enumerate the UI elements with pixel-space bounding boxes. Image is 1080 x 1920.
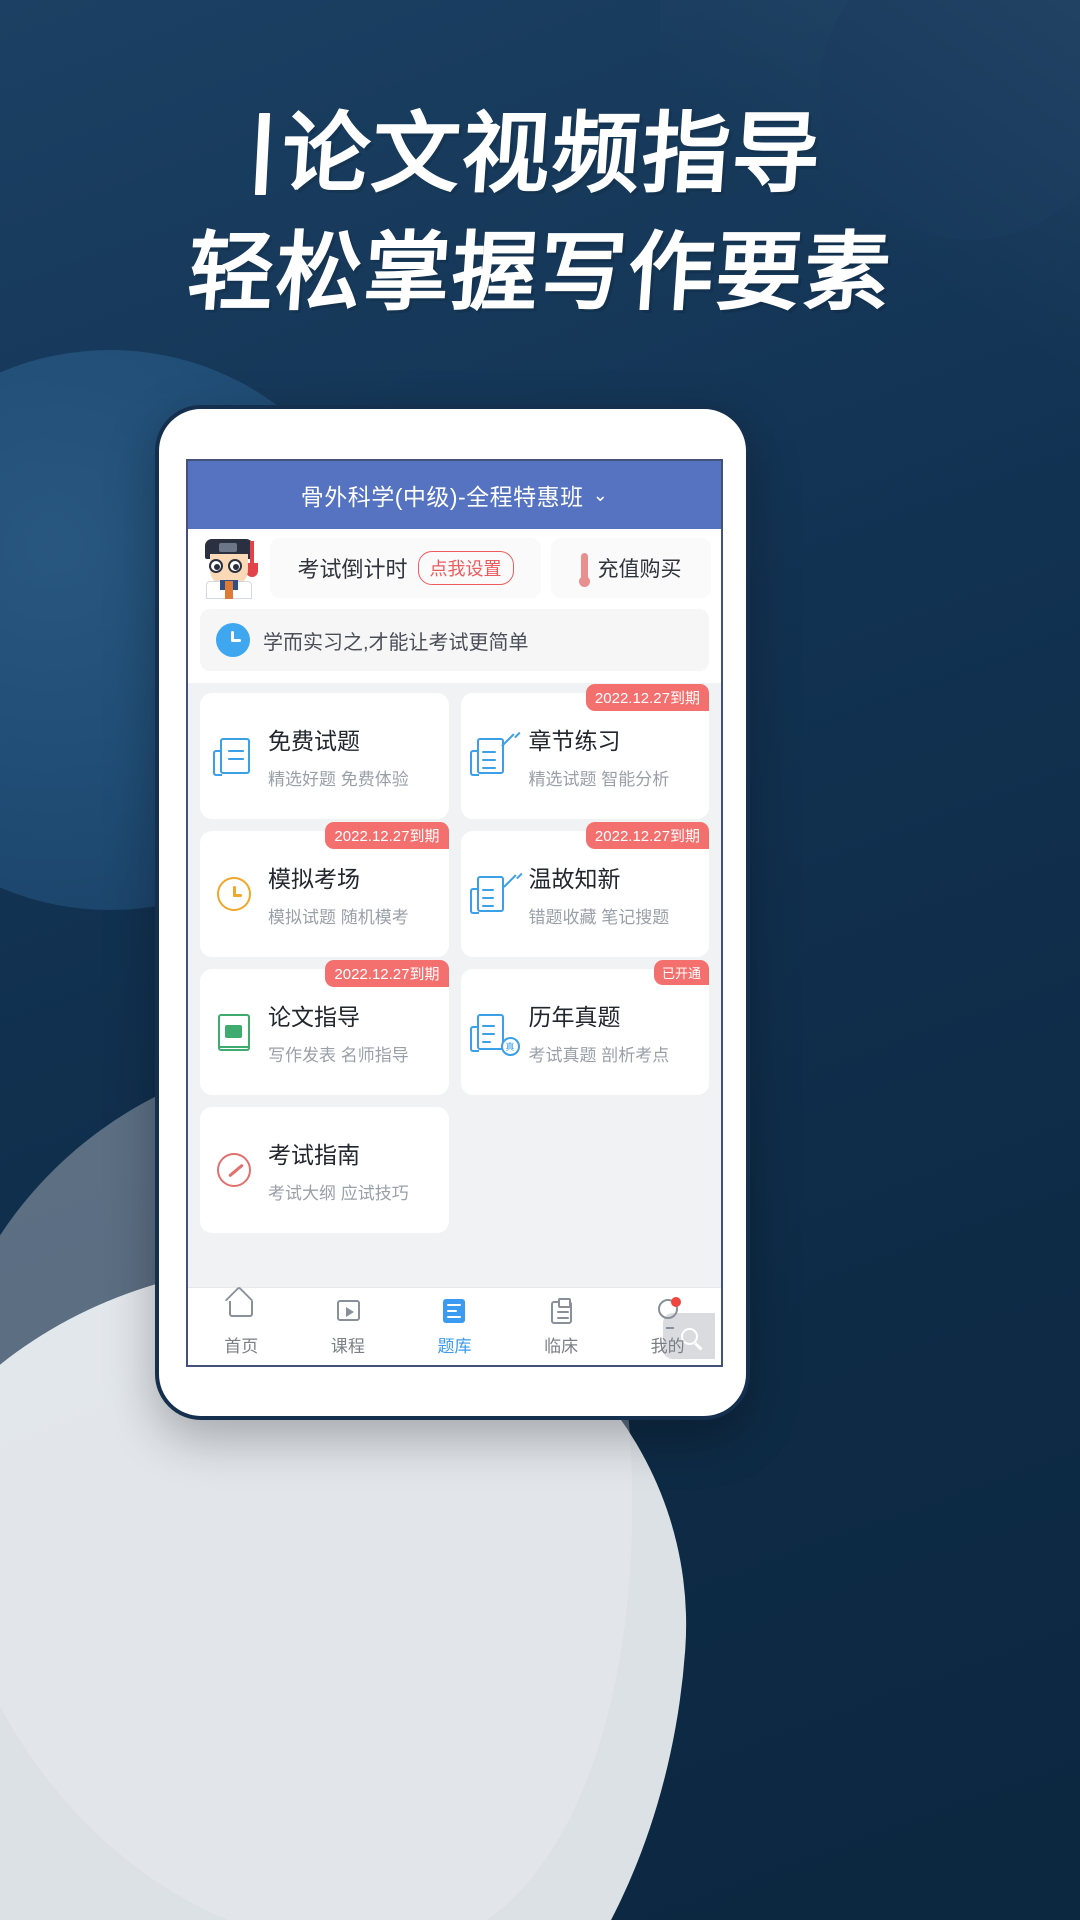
video-book-icon [212, 1010, 256, 1054]
bottom-tabbar: 首页 课程 题库 临床 我的 [188, 1287, 721, 1365]
card-title: 考试指南 [268, 1142, 360, 1168]
card-title: 历年真题 [528, 1004, 621, 1030]
headline-line-1: 论文视频指导 [278, 102, 827, 205]
feature-card-free-questions[interactable]: 免费试题 精选好题 免费体验 [200, 693, 449, 819]
note-pencil-icon [469, 872, 517, 916]
promo-headline: 论文视频指导 轻松掌握写作要素 [0, 102, 1080, 324]
feature-grid-area: 免费试题 精选好题 免费体验 2022.12.27到期 章节练习 精选试题 智能… [188, 683, 721, 1359]
card-subtitle: 写作发表 名师指导 [268, 1046, 409, 1065]
card-title: 章节练习 [528, 728, 621, 754]
notification-dot [670, 1296, 681, 1307]
recharge-purchase-button[interactable]: 充值购买 [551, 538, 711, 598]
expiry-badge: 2022.12.27到期 [325, 822, 449, 849]
tab-label: 我的 [650, 1336, 685, 1356]
card-subtitle: 精选试题 智能分析 [528, 770, 670, 789]
notice-wrapper: 学而实习之,才能让考试更简单 [188, 609, 721, 683]
headline-line-2: 轻松掌握写作要素 [184, 223, 896, 324]
home-icon [226, 1297, 256, 1325]
card-subtitle: 模拟试题 随机模考 [268, 908, 409, 927]
expiry-badge: 2022.12.27到期 [325, 960, 449, 987]
feature-card-mock-exam[interactable]: 2022.12.27到期 模拟考场 模拟试题 随机模考 [200, 822, 449, 957]
countdown-label: 考试倒计时 [297, 557, 408, 582]
countdown-row: 考试倒计时 点我设置 充值购买 [188, 529, 721, 609]
card-subtitle: 错题收藏 笔记搜题 [528, 908, 670, 927]
feature-card-exam-guide[interactable]: 考试指南 考试大纲 应试技巧 [200, 1107, 449, 1233]
course-title: 骨外科学(中级)-全程特惠班 [300, 484, 584, 510]
card-subtitle: 精选好题 免费体验 [268, 770, 409, 789]
set-countdown-pill[interactable]: 点我设置 [417, 551, 514, 585]
phone-mockup: 骨外科学(中级)-全程特惠班 ⌄ 考试倒计时 点我设置 充值购买 学而实习之,才… [155, 405, 750, 1420]
tab-label: 临床 [544, 1336, 579, 1356]
card-title: 模拟考场 [268, 866, 360, 892]
card-subtitle: 考试大纲 应试技巧 [268, 1184, 409, 1203]
thermometer-icon [578, 553, 590, 587]
person-icon [653, 1296, 683, 1329]
feature-grid: 免费试题 精选好题 免费体验 2022.12.27到期 章节练习 精选试题 智能… [200, 684, 709, 1233]
feature-card-thesis-guidance[interactable]: 2022.12.27到期 论文指导 写作发表 名师指导 [200, 960, 449, 1095]
feature-card-chapter-practice[interactable]: 2022.12.27到期 章节练习 精选试题 智能分析 [460, 684, 709, 819]
clock-circle-icon [212, 872, 256, 916]
notice-bar[interactable]: 学而实习之,才能让考试更简单 [200, 609, 709, 671]
status-badge: 已开通 [653, 960, 709, 985]
expiry-badge: 2022.12.27到期 [585, 684, 709, 711]
chevron-down-icon[interactable]: ⌄ [593, 485, 609, 506]
tab-question-bank[interactable]: 题库 [401, 1297, 508, 1357]
tab-mine[interactable]: 我的 [614, 1296, 721, 1357]
tab-label: 题库 [437, 1336, 472, 1356]
notice-text: 学而实习之,才能让考试更简单 [263, 631, 529, 654]
feature-card-past-papers[interactable]: 已开通 真 历年真题 考试真题 剖析考点 [460, 960, 709, 1095]
recharge-label: 充值购买 [597, 558, 682, 581]
tab-label: 首页 [224, 1336, 259, 1356]
tab-clinical[interactable]: 临床 [508, 1297, 615, 1357]
expiry-badge: 2022.12.27到期 [585, 822, 709, 849]
card-title: 温故知新 [528, 866, 621, 892]
exam-countdown-button[interactable]: 考试倒计时 点我设置 [270, 538, 541, 598]
compass-icon [212, 1148, 256, 1192]
document-icon [212, 734, 256, 778]
tab-home[interactable]: 首页 [188, 1297, 295, 1357]
card-subtitle: 考试真题 剖析考点 [528, 1046, 670, 1065]
card-title: 免费试题 [268, 728, 360, 754]
document-edit-icon [469, 734, 517, 778]
exam-paper-icon: 真 [469, 1010, 520, 1056]
question-bank-icon [439, 1297, 469, 1325]
clipboard-icon [546, 1297, 576, 1325]
play-box-icon [333, 1297, 363, 1325]
promo-banner: 论文视频指导 轻松掌握写作要素 骨外科学(中级)-全程特惠班 ⌄ 考试倒计时 点… [0, 0, 1080, 1920]
tab-courses[interactable]: 课程 [295, 1297, 402, 1357]
headline-accent-bar [255, 113, 271, 196]
feature-card-review[interactable]: 2022.12.27到期 温故知新 错题收藏 笔记搜题 [460, 822, 709, 957]
tab-label: 课程 [330, 1336, 365, 1356]
graduate-avatar [198, 537, 260, 599]
app-screen: 骨外科学(中级)-全程特惠班 ⌄ 考试倒计时 点我设置 充值购买 学而实习之,才… [186, 459, 723, 1367]
clock-icon [216, 623, 250, 657]
app-header-bar[interactable]: 骨外科学(中级)-全程特惠班 ⌄ [188, 461, 721, 529]
card-title: 论文指导 [268, 1004, 360, 1030]
